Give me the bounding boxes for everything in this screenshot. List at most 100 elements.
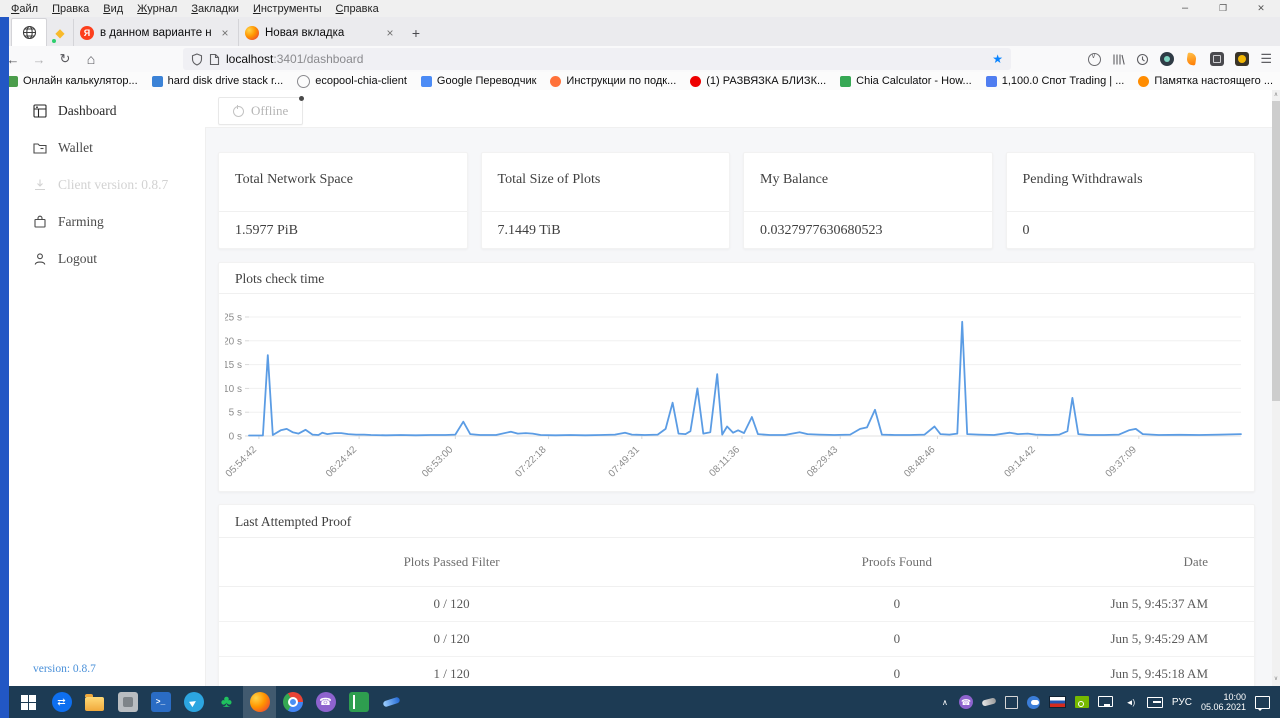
stat-card-value: 1.5977 PiB xyxy=(235,223,299,238)
sidebar-item-logout[interactable]: Logout xyxy=(9,240,205,277)
sidebar-item-dashboard[interactable]: Dashboard xyxy=(9,92,205,129)
tray-keyboard-icon[interactable] xyxy=(1146,696,1163,708)
extension-icon-3[interactable] xyxy=(1210,52,1225,66)
stat-card-title: Total Network Space xyxy=(219,153,467,212)
extension-icon-4[interactable] xyxy=(1235,52,1250,66)
taskbar-firefox-button[interactable] xyxy=(243,686,276,718)
library-icon[interactable] xyxy=(1112,53,1126,66)
page-scrollbar[interactable] xyxy=(1272,90,1280,686)
scrollbar-thumb[interactable] xyxy=(1272,101,1280,401)
tray-volume-icon[interactable] xyxy=(1122,694,1138,710)
menu-item-3[interactable]: Журнал xyxy=(130,3,184,15)
tray-nvidia-icon[interactable] xyxy=(1074,696,1089,708)
page-header: Offline xyxy=(205,90,1272,128)
minimize-button[interactable] xyxy=(1166,0,1204,17)
bookmark-item[interactable]: hard disk drive stack r... xyxy=(145,75,291,87)
tray-time: 10:00 xyxy=(1223,692,1246,702)
menu-item-0[interactable]: Файл xyxy=(4,3,45,15)
bookmark-label: Инструкции по подк... xyxy=(566,75,677,87)
tray-box-icon[interactable] xyxy=(1004,695,1018,709)
bookmark-item[interactable]: Google Переводчик xyxy=(414,75,544,87)
exchange-icon xyxy=(985,75,997,87)
forward-button[interactable] xyxy=(26,52,52,67)
tab-title: Новая вкладка xyxy=(265,26,345,39)
sidebar-item-farming[interactable]: Farming xyxy=(9,203,205,240)
tray-cloud-icon[interactable] xyxy=(1026,695,1040,709)
tray-notifications-icon[interactable] xyxy=(1255,695,1270,711)
taskbar-notes-button[interactable] xyxy=(342,686,375,718)
offline-button[interactable]: Offline xyxy=(218,96,305,125)
scroll-down-arrow[interactable] xyxy=(1272,674,1280,684)
download-icon xyxy=(33,178,47,192)
scroll-up-arrow[interactable] xyxy=(1272,90,1280,100)
hdd-icon xyxy=(151,75,163,87)
taskbar-powershell-button[interactable] xyxy=(144,686,177,718)
taskbar-start-button[interactable] xyxy=(12,686,45,718)
sidebar-item-wallet[interactable]: Wallet xyxy=(9,129,205,166)
bookmark-item[interactable]: (1) РАЗВЯЗКА БЛИЗК... xyxy=(683,75,833,87)
taskbar-viber-button[interactable] xyxy=(309,686,342,718)
offline-label: Offline xyxy=(251,103,289,118)
close-button[interactable] xyxy=(1242,0,1280,17)
tab-pinned[interactable] xyxy=(47,19,73,46)
tray-viber-icon[interactable] xyxy=(958,695,973,709)
tray-flag-icon[interactable] xyxy=(1048,696,1066,708)
globe-icon xyxy=(22,25,36,40)
stat-card-3: Pending Withdrawals 0 xyxy=(1005,152,1255,249)
bookmark-item[interactable]: Памятка настоящего ... xyxy=(1131,75,1280,87)
svg-text:08:29:43: 08:29:43 xyxy=(805,444,841,480)
bookmark-star-icon[interactable] xyxy=(992,52,1003,66)
tray-display-icon[interactable] xyxy=(1097,695,1113,707)
menu-item-5[interactable]: Инструменты xyxy=(246,3,329,15)
restore-button[interactable] xyxy=(1204,0,1242,17)
taskbar-graybox-button[interactable] xyxy=(111,686,144,718)
bookmark-label: Google Переводчик xyxy=(436,75,537,87)
bookmark-item[interactable]: 1,100.0 Спот Trading | ... xyxy=(979,75,1132,87)
firefox-icon xyxy=(245,25,259,40)
menu-item-6[interactable]: Справка xyxy=(329,3,386,15)
bookmark-item[interactable]: Chia Calculator - How... xyxy=(833,75,979,87)
status-dot xyxy=(299,96,305,101)
taskbar-teamviewer-button[interactable] xyxy=(45,686,78,718)
pocket-icon[interactable] xyxy=(1088,52,1102,66)
shield-icon[interactable] xyxy=(191,52,203,66)
close-tab-icon[interactable] xyxy=(383,26,397,40)
bookmark-item[interactable]: ecopool-chia-client xyxy=(290,74,414,88)
sidebar-item-label: Farming xyxy=(58,213,104,229)
tray-language-indicator[interactable]: РУС xyxy=(1172,697,1192,708)
home-button[interactable] xyxy=(78,51,104,67)
menu-item-2[interactable]: Вид xyxy=(96,3,130,15)
reload-button[interactable] xyxy=(52,51,78,67)
menu-item-4[interactable]: Закладки xyxy=(184,3,246,15)
url-path: :3401/dashboard xyxy=(273,52,364,66)
svg-text:07:22:18: 07:22:18 xyxy=(513,444,549,480)
svg-text:10 s: 10 s xyxy=(225,384,242,395)
tab-yandex[interactable]: в данном варианте не капать xyxy=(73,19,238,46)
table-cell: Jun 5, 9:45:29 AM xyxy=(1109,621,1254,657)
window-controls xyxy=(1166,0,1280,17)
page-info-icon[interactable] xyxy=(209,53,220,66)
tab-dashboard-active[interactable] xyxy=(11,18,47,46)
taskbar-greenapp-button[interactable] xyxy=(210,686,243,718)
close-tab-icon[interactable] xyxy=(218,26,232,40)
bookmark-item[interactable]: Онлайн калькулятор... xyxy=(0,75,145,87)
tray-swoosh-icon[interactable] xyxy=(981,697,997,707)
taskbar-chrome-button[interactable] xyxy=(276,686,309,718)
new-tab-button[interactable] xyxy=(403,19,429,46)
taskbar-telegram-button[interactable] xyxy=(177,686,210,718)
tab-new-tab[interactable]: Новая вкладка xyxy=(238,19,403,46)
bookmark-item[interactable]: Инструкции по подк... xyxy=(543,75,683,87)
tray-chevron-icon[interactable] xyxy=(940,694,950,710)
taskbar-brush-button[interactable] xyxy=(375,686,408,718)
firefox-icon xyxy=(550,75,562,87)
menu-hamburger-icon[interactable] xyxy=(1260,51,1272,67)
tray-clock[interactable]: 10:00 05.06.2021 xyxy=(1201,692,1246,712)
extension-icon-2[interactable] xyxy=(1185,52,1199,66)
menu-item-1[interactable]: Правка xyxy=(45,3,96,15)
extension-icon-1[interactable] xyxy=(1160,52,1175,66)
stat-card-2: My Balance 0.0327977630680523 xyxy=(743,152,993,249)
taskbar-explorer-button[interactable] xyxy=(78,686,111,718)
logout-icon xyxy=(33,252,47,266)
url-bar[interactable]: localhost:3401/dashboard xyxy=(183,48,1011,70)
history-clock-icon[interactable] xyxy=(1136,53,1149,66)
